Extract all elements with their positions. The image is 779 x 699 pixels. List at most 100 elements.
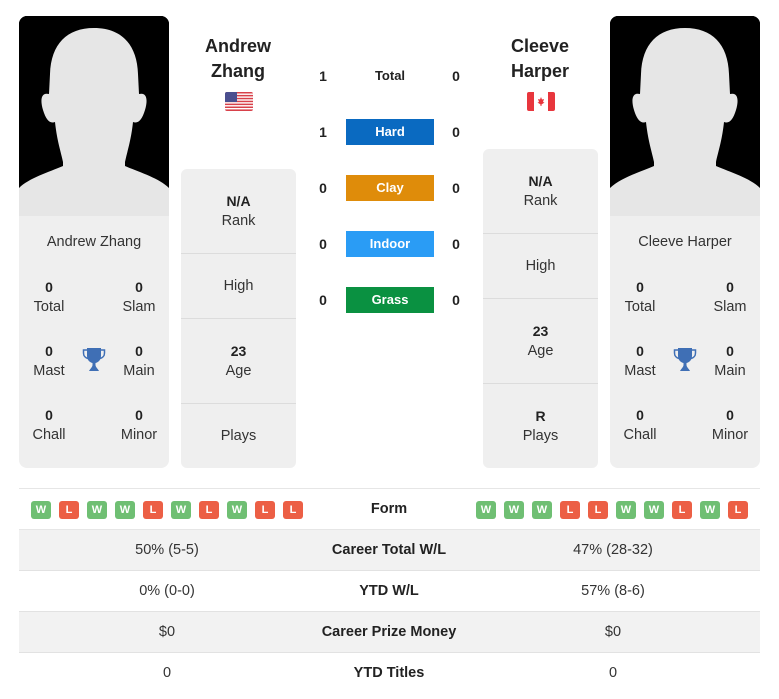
h2h-row-hard: 1 Hard 0 xyxy=(300,119,480,145)
stat-left-value: $0 xyxy=(158,624,176,640)
h2h-right-wins: 0 xyxy=(452,236,460,252)
titles-chall-label: Chall xyxy=(623,427,657,443)
plays-cell: R Plays xyxy=(483,383,598,468)
titles-main-right: 0 Main xyxy=(700,341,760,381)
stat-label: YTD W/L xyxy=(359,583,419,599)
us-flag-icon xyxy=(225,92,253,111)
titles-slam-left: 0 Slam xyxy=(109,277,169,317)
titles-total-left: 0 Total xyxy=(19,277,79,317)
stat-right-value: 0 xyxy=(608,665,618,681)
stat-left-value: 0% (0-0) xyxy=(139,583,195,599)
form-badge-loss[interactable]: L xyxy=(255,501,275,519)
surface-grass-badge[interactable]: Grass xyxy=(346,287,434,313)
player-card-right: Cleeve Harper 0 Total 0 Slam 0 Mast 0 Main 0… xyxy=(610,216,760,468)
h2h-right-wins: 0 xyxy=(452,68,460,84)
silhouette-icon xyxy=(610,16,760,216)
titles-main-value: 0 xyxy=(726,343,734,359)
form-badges-left: WLWWLWLWLL xyxy=(31,501,303,519)
form-badge-loss[interactable]: L xyxy=(199,501,219,519)
stat-left-value: 0 xyxy=(162,665,172,681)
form-badge-loss[interactable]: L xyxy=(728,501,748,519)
titles-mast-value: 0 xyxy=(45,343,53,359)
titles-main-value: 0 xyxy=(135,343,143,359)
form-badge-win[interactable]: W xyxy=(227,501,247,519)
player-photo-left xyxy=(19,16,169,216)
h2h-right-wins: 0 xyxy=(452,180,460,196)
plays-label: Plays xyxy=(522,428,559,444)
titles-mast-value: 0 xyxy=(636,343,644,359)
h2h-left-wins: 0 xyxy=(319,180,327,196)
player-heading-right[interactable]: Cleeve Harper xyxy=(480,34,600,84)
player-name-right[interactable]: Cleeve Harper xyxy=(610,234,760,250)
player-info-left: N/A Rank High 23 Age Plays xyxy=(181,169,296,468)
player-first-name: Cleeve xyxy=(510,36,570,56)
stat-row-prize-money: $0 Career Prize Money $0 xyxy=(19,612,760,653)
form-badge-loss[interactable]: L xyxy=(588,501,608,519)
form-badge-loss[interactable]: L xyxy=(560,501,580,519)
titles-mast-label: Mast xyxy=(624,363,656,379)
age-cell: 23 Age xyxy=(483,298,598,383)
stat-row-ytd-titles: 0 YTD Titles 0 xyxy=(19,653,760,694)
silhouette-icon xyxy=(19,16,169,216)
stat-right-value: $0 xyxy=(604,624,622,640)
form-badge-win[interactable]: W xyxy=(115,501,135,519)
form-badge-win[interactable]: W xyxy=(31,501,51,519)
trophy-icon xyxy=(82,348,106,371)
form-badge-win[interactable]: W xyxy=(476,501,496,519)
rank-cell: N/A Rank xyxy=(181,169,296,253)
titles-mast-label: Mast xyxy=(33,363,65,379)
titles-slam-right: 0 Slam xyxy=(700,277,760,317)
player-last-name: Zhang xyxy=(211,61,265,81)
player-info-right: N/A Rank High 23 Age R Plays xyxy=(483,149,598,468)
h2h-left-wins: 0 xyxy=(319,236,327,252)
form-badge-win[interactable]: W xyxy=(87,501,107,519)
form-badge-loss[interactable]: L xyxy=(672,501,692,519)
canada-flag-icon xyxy=(527,92,555,111)
trophy-icon xyxy=(673,348,697,371)
h2h-row-grass: 0 Grass 0 xyxy=(300,287,480,313)
titles-chall-value: 0 xyxy=(636,407,644,423)
form-badge-win[interactable]: W xyxy=(504,501,524,519)
form-badge-win[interactable]: W xyxy=(700,501,720,519)
stat-label: YTD Titles xyxy=(353,665,425,681)
form-badge-win[interactable]: W xyxy=(616,501,636,519)
age-label: Age xyxy=(527,343,554,359)
high-label: High xyxy=(223,278,254,294)
rank-value: N/A xyxy=(528,173,553,189)
titles-main-label: Main xyxy=(714,363,746,379)
titles-minor-label: Minor xyxy=(120,427,158,443)
form-row: WLWWLWLWLL Form WWWLLWWLWL xyxy=(19,488,760,530)
form-badge-win[interactable]: W xyxy=(644,501,664,519)
h2h-row-clay: 0 Clay 0 xyxy=(300,175,480,201)
titles-total-right: 0 Total xyxy=(610,277,670,317)
form-badge-win[interactable]: W xyxy=(532,501,552,519)
surface-hard-badge[interactable]: Hard xyxy=(346,119,434,145)
titles-minor-value: 0 xyxy=(135,407,143,423)
form-badge-win[interactable]: W xyxy=(171,501,191,519)
titles-slam-value: 0 xyxy=(726,279,734,295)
titles-mast-right: 0 Mast xyxy=(610,341,670,381)
stat-label: Career Total W/L xyxy=(331,542,447,558)
age-value: 23 xyxy=(230,343,247,359)
surface-clay-badge[interactable]: Clay xyxy=(346,175,434,201)
titles-total-value: 0 xyxy=(45,279,53,295)
h2h-left-wins: 1 xyxy=(319,124,327,140)
player-name-left[interactable]: Andrew Zhang xyxy=(19,234,169,250)
titles-slam-label: Slam xyxy=(713,299,747,315)
form-badge-loss[interactable]: L xyxy=(143,501,163,519)
h2h-row-indoor: 0 Indoor 0 xyxy=(300,231,480,257)
h2h-row-total: 1 Total 0 xyxy=(300,63,480,89)
form-badge-loss[interactable]: L xyxy=(283,501,303,519)
form-badge-loss[interactable]: L xyxy=(59,501,79,519)
rank-value: N/A xyxy=(226,193,251,209)
h2h-right-wins: 0 xyxy=(452,124,460,140)
rank-label: Rank xyxy=(523,193,558,209)
titles-minor-label: Minor xyxy=(711,427,749,443)
plays-label: Plays xyxy=(220,428,257,444)
surface-indoor-badge[interactable]: Indoor xyxy=(346,231,434,257)
titles-slam-label: Slam xyxy=(122,299,156,315)
titles-chall-value: 0 xyxy=(45,407,53,423)
titles-mast-left: 0 Mast xyxy=(19,341,79,381)
player-heading-left[interactable]: Andrew Zhang xyxy=(178,34,298,84)
titles-minor-right: 0 Minor xyxy=(700,405,760,445)
